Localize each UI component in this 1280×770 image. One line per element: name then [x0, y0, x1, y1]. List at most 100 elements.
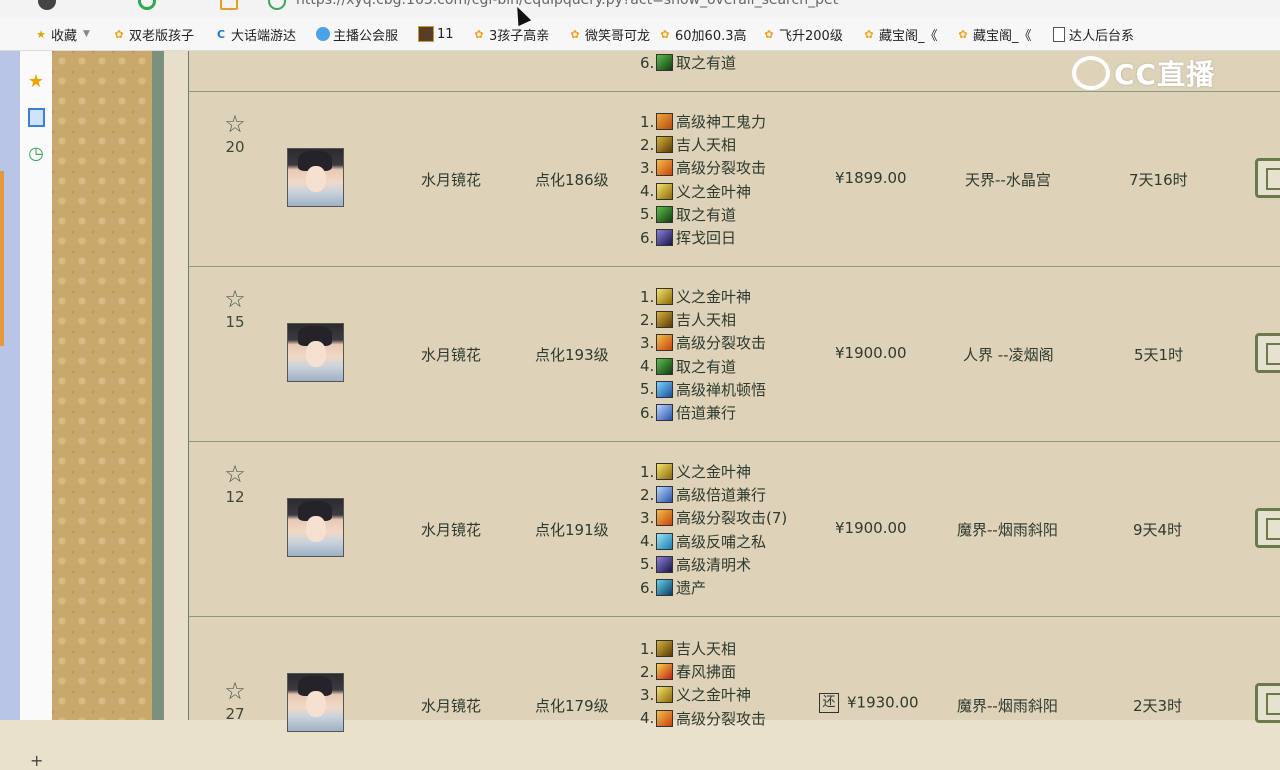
skill-icon: [656, 640, 673, 658]
bookmark-item[interactable]: C 大话端游达: [214, 25, 296, 44]
skill-item[interactable]: 6. 遗产: [640, 576, 787, 599]
skill-item[interactable]: 2. 吉人天相: [640, 308, 766, 331]
profile-avatar[interactable]: [38, 0, 56, 10]
home-icon[interactable]: [220, 0, 238, 10]
skill-item[interactable]: 4. 高级分裂攻击: [640, 707, 766, 730]
skill-item[interactable]: 3. 义之金叶神: [640, 683, 766, 706]
favorite-toggle[interactable]: ☆ 15: [222, 287, 248, 331]
bookmark-label: 藏宝阁_《: [973, 28, 1032, 44]
skill-number: 6.: [640, 578, 655, 597]
pet-name[interactable]: 水月镜花: [421, 519, 481, 540]
skill-number: 5.: [640, 205, 655, 224]
skill-item[interactable]: 5. 高级禅机顿悟: [640, 378, 766, 401]
price: ¥1900.00: [835, 519, 907, 537]
page-margin: [164, 51, 188, 720]
skill-icon: [656, 311, 673, 329]
favicon-icon: ✿: [474, 27, 484, 41]
skill-number: 5.: [640, 380, 655, 399]
favorite-toggle[interactable]: ☆ 12: [222, 462, 248, 506]
skill-name: 取之有道: [676, 54, 737, 73]
bookmark-item[interactable]: ✿ 双老版孩子: [112, 25, 194, 44]
buy-button[interactable]: [1255, 508, 1280, 548]
skill-name: 吉人天相: [676, 640, 737, 659]
buy-button[interactable]: [1255, 158, 1280, 198]
favicon-icon: ✿: [864, 27, 874, 41]
skill-item[interactable]: 2. 高级倍道兼行: [640, 483, 787, 506]
skill-item[interactable]: 1. 吉人天相: [640, 637, 766, 660]
bookmark-item[interactable]: ✿ 60加60.3高: [658, 25, 746, 44]
skill-name: 高级分裂攻击(7): [676, 509, 788, 528]
skill-item[interactable]: 3. 高级分裂攻击: [640, 156, 766, 179]
pet-avatar[interactable]: [287, 148, 344, 207]
favicon-icon: ✿: [570, 27, 580, 41]
skill-item[interactable]: 1. 高级神工鬼力: [640, 110, 766, 133]
bookmark-item[interactable]: ✿ 3孩子高亲: [472, 25, 549, 44]
skill-item[interactable]: 4. 高级反哺之私: [640, 530, 787, 553]
add-icon[interactable]: +: [30, 751, 43, 770]
skill-item[interactable]: 6. 挥戈回日: [640, 226, 766, 249]
reader-icon[interactable]: [26, 107, 46, 127]
favorites-star-icon[interactable]: ★: [26, 71, 46, 92]
skill-number: 4.: [640, 182, 655, 201]
reload-icon[interactable]: [138, 0, 156, 10]
browser-toolbar: https://xyq.cbg.163.com/cgi-bin/equipque…: [0, 0, 1280, 18]
time-left: 7天16时: [1129, 171, 1188, 189]
skill-item[interactable]: 6. 倍道兼行: [640, 401, 766, 424]
skill-number: 2.: [640, 662, 655, 681]
bookmark-item[interactable]: ✿ 飞升200级: [762, 25, 842, 44]
skill-item[interactable]: 6. 取之有道: [640, 51, 736, 74]
skill-item[interactable]: 2. 春风拂面: [640, 660, 766, 683]
bargain-badge[interactable]: 还: [819, 693, 839, 713]
skill-item[interactable]: 5. 高级清明术: [640, 553, 787, 576]
skill-number: 2.: [640, 485, 655, 504]
time-left: 2天3时: [1133, 697, 1183, 715]
history-clock-icon[interactable]: ◷: [26, 143, 46, 164]
skill-item[interactable]: 5. 取之有道: [640, 203, 766, 226]
skill-number: 1.: [640, 112, 655, 131]
bookmark-item[interactable]: 11: [418, 25, 454, 43]
skill-list: 1. 义之金叶神 2. 高级倍道兼行 3. 高级分裂攻击(7) 4. 高级反哺之私 5.…: [640, 460, 787, 599]
bookmark-item[interactable]: ✿ 藏宝阁_《: [862, 25, 937, 44]
star-outline-icon: ☆: [224, 110, 246, 138]
buy-button[interactable]: [1255, 683, 1280, 723]
window-edge: [0, 51, 20, 720]
pet-avatar[interactable]: [287, 498, 344, 557]
skill-icon: [656, 404, 673, 422]
table-row: ☆ 20 水月镜花 点化186级 1. 高级神工鬼力 2. 吉人天相 3. 高级分裂攻…: [189, 92, 1280, 267]
pet-level: 点化193级: [535, 346, 609, 364]
pet-avatar[interactable]: [287, 323, 344, 382]
skill-number: 3.: [640, 333, 655, 352]
skill-item[interactable]: 4. 取之有道: [640, 355, 766, 378]
buy-button[interactable]: [1255, 333, 1280, 373]
skill-name: 高级禅机顿悟: [676, 380, 767, 399]
pet-name[interactable]: 水月镜花: [421, 169, 481, 190]
skill-item[interactable]: 1. 义之金叶神: [640, 285, 766, 308]
bookmark-item[interactable]: 主播公会服: [316, 25, 398, 44]
skill-item[interactable]: 4. 义之金叶神: [640, 180, 766, 203]
favorite-toggle[interactable]: ☆ 20: [222, 112, 248, 156]
bookmark-favorites[interactable]: ★ 收藏 ▼: [34, 25, 90, 44]
favorite-toggle[interactable]: ☆ 27: [222, 679, 248, 723]
bookmarks-bar: ★ 收藏 ▼ ✿ 双老版孩子 C 大话端游达 主播公会服 11 ✿ 3孩子高亲 …: [0, 18, 1280, 51]
skill-item[interactable]: 1. 义之金叶神: [640, 460, 787, 483]
bookmark-item[interactable]: 达人后台系: [1052, 25, 1134, 44]
window-edge-accent: [0, 171, 4, 346]
pet-avatar[interactable]: [287, 673, 344, 732]
pet-name[interactable]: 水月镜花: [421, 344, 481, 365]
server-name: 人界 --凌烟阁: [963, 346, 1054, 364]
skill-name: 高级反哺之私: [676, 532, 767, 551]
skill-number: 1.: [640, 287, 655, 306]
bookmark-item[interactable]: ✿ 微笑哥可龙: [568, 25, 650, 44]
pet-name[interactable]: 水月镜花: [421, 695, 481, 716]
skill-name: 取之有道: [676, 357, 737, 376]
table-row: ☆ 12 水月镜花 点化191级 1. 义之金叶神 2. 高级倍道兼行 3. 高级分裂…: [189, 442, 1280, 617]
skill-item[interactable]: 3. 高级分裂攻击(7): [640, 506, 787, 529]
address-bar[interactable]: https://xyq.cbg.163.com/cgi-bin/equipque…: [296, 0, 838, 8]
cc-logo-icon: [1072, 56, 1110, 90]
skill-item[interactable]: 2. 吉人天相: [640, 133, 766, 156]
skill-item[interactable]: 3. 高级分裂攻击: [640, 331, 766, 354]
bookmark-item[interactable]: ✿ 藏宝阁_《: [956, 25, 1032, 44]
pet-listing-table: 6. 取之有道 ☆ 20 水月镜花 点化186级 1. 高级神工鬼力 2. 吉人天相…: [188, 51, 1280, 732]
game-icon: [418, 26, 434, 42]
page-border-strip: [152, 51, 164, 720]
